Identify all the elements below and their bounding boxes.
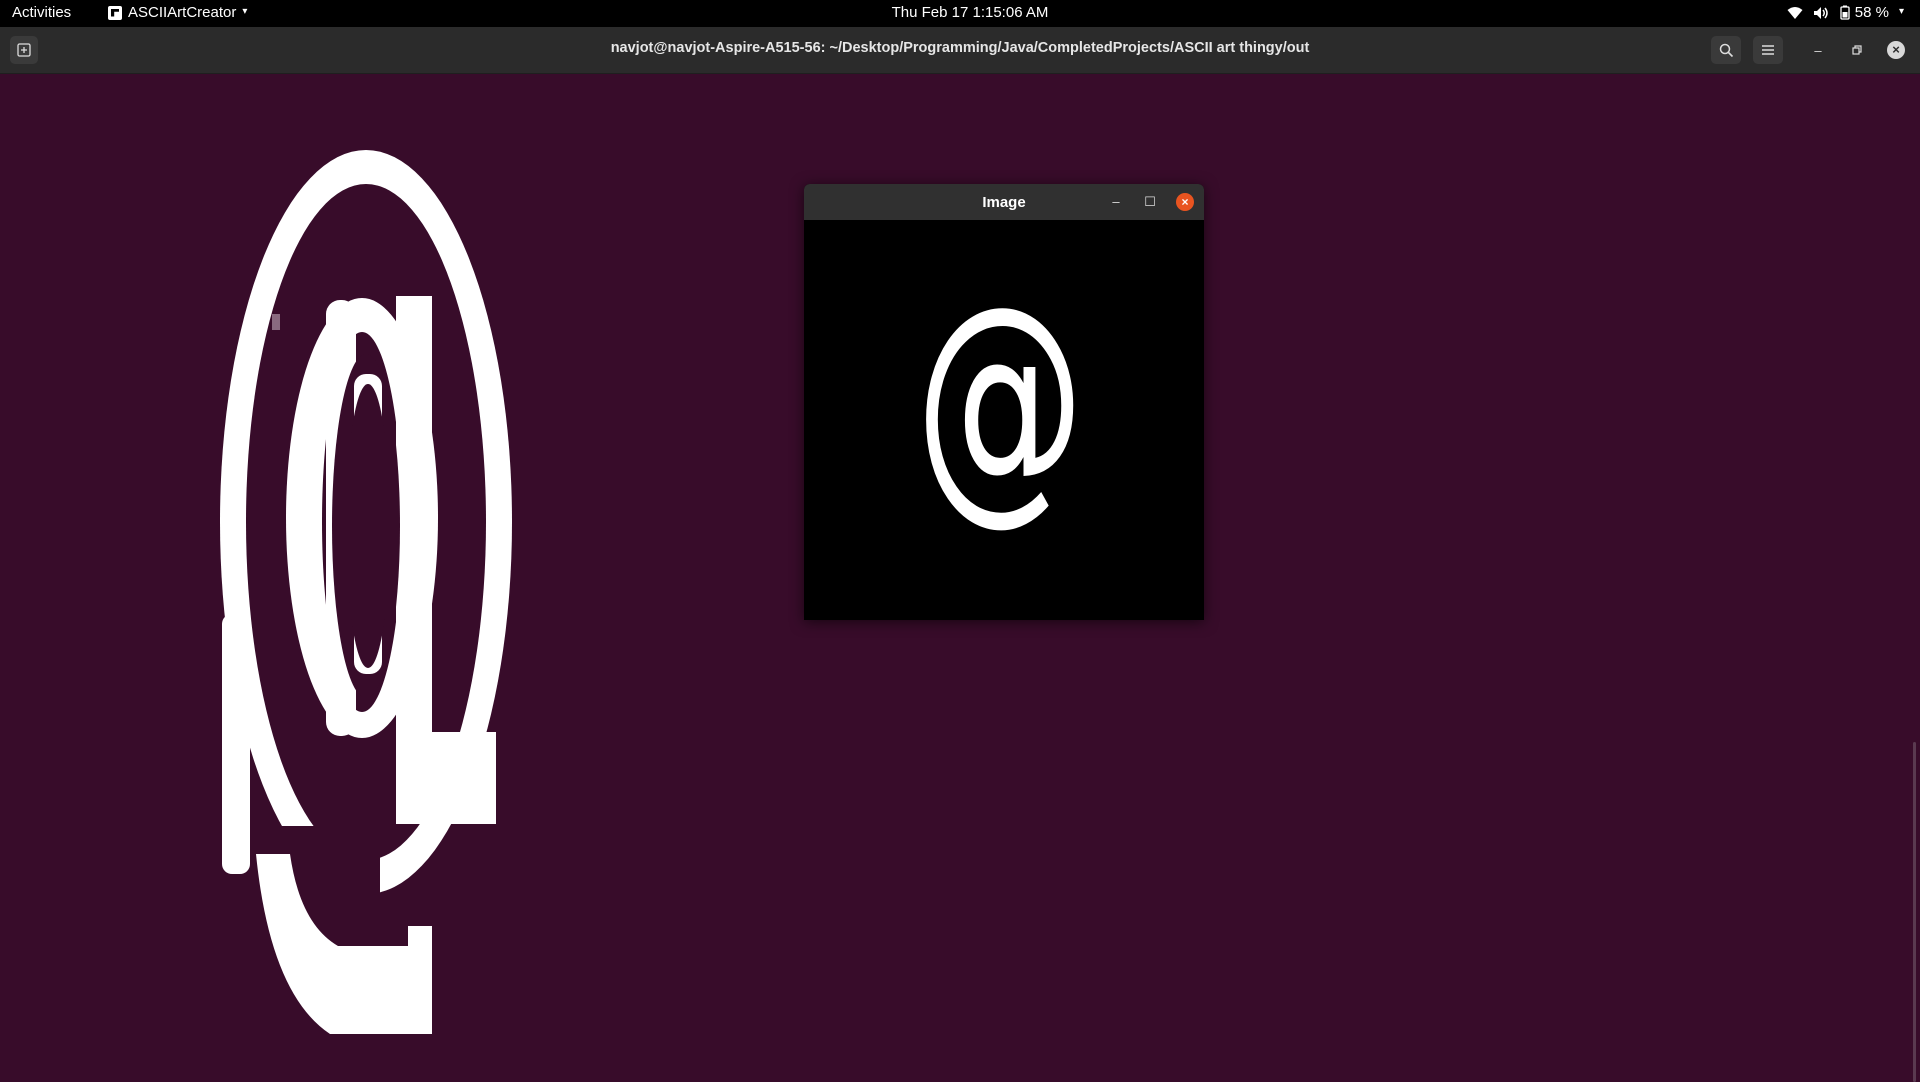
ascii-art-at-symbol [220, 150, 512, 1034]
new-tab-button[interactable] [10, 36, 38, 64]
chevron-down-icon: ▾ [242, 6, 248, 17]
top-bar: Activities ASCIIArtCreator ▾ Thu Feb 17 … [0, 0, 1920, 27]
battery-icon [1840, 5, 1850, 20]
battery-indicator: 58 % [1839, 4, 1889, 21]
restore-icon [1852, 45, 1862, 55]
wifi-icon [1787, 6, 1803, 19]
close-icon[interactable]: × [1176, 193, 1194, 211]
minimize-icon[interactable]: – [1106, 192, 1126, 212]
at-glyph: @ [915, 252, 1085, 547]
maximize-button[interactable] [1842, 36, 1872, 64]
close-icon: × [1887, 41, 1905, 59]
scrollbar[interactable] [1913, 742, 1916, 1082]
at-symbol-image: @ [915, 252, 1085, 547]
clock[interactable]: Thu Feb 17 1:15:06 AM [884, 4, 1056, 21]
battery-percent: 58 % [1854, 4, 1889, 21]
app-menu[interactable]: ASCIIArtCreator ▾ [108, 4, 247, 21]
minimize-icon: – [1814, 42, 1822, 58]
image-canvas: @ [804, 220, 1204, 620]
menu-button[interactable] [1753, 36, 1783, 64]
hamburger-menu-icon [1762, 45, 1774, 55]
image-window[interactable]: Image – ☐ × @ [804, 184, 1204, 620]
chevron-down-icon: ▾ [1898, 6, 1904, 17]
volume-icon [1813, 6, 1828, 19]
search-icon [1719, 43, 1733, 57]
close-button[interactable]: × [1881, 36, 1911, 64]
window-title: navjot@navjot-Aspire-A515-56: ~/Desktop/… [610, 40, 1310, 56]
activities-button[interactable]: Activities [12, 4, 71, 21]
minimize-button[interactable]: – [1803, 36, 1833, 64]
search-button[interactable] [1711, 36, 1741, 64]
app-icon [108, 5, 122, 20]
system-tray[interactable]: 58 % ▾ [1787, 4, 1904, 21]
maximize-icon[interactable]: ☐ [1140, 192, 1160, 212]
new-tab-icon [17, 43, 31, 57]
app-menu-label: ASCIIArtCreator [128, 4, 237, 21]
image-window-titlebar[interactable]: Image – ☐ × [804, 184, 1204, 220]
terminal-headerbar: navjot@navjot-Aspire-A515-56: ~/Desktop/… [0, 27, 1920, 74]
